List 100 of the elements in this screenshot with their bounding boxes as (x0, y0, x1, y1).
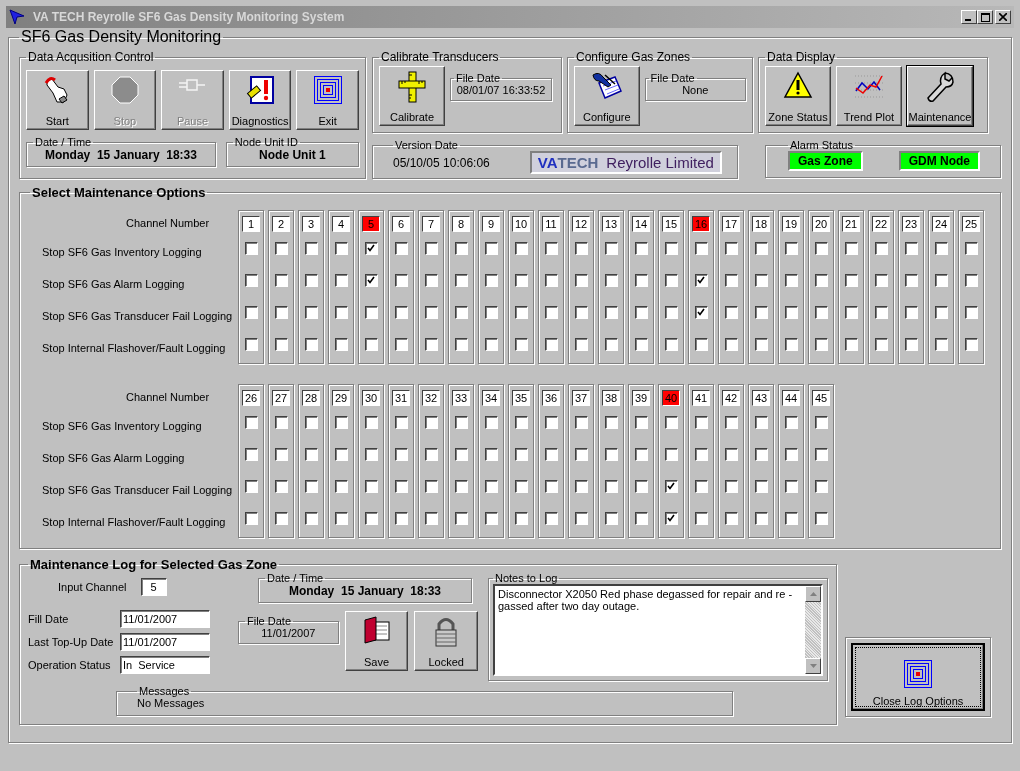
checkbox[interactable] (694, 447, 708, 461)
checkbox[interactable] (544, 273, 558, 287)
checkbox[interactable] (574, 447, 588, 461)
notes-field[interactable]: Disconnector X2050 Red phase degassed for repair and re -gassed after two day outage. (493, 584, 823, 676)
checkbox[interactable] (394, 337, 408, 351)
checkbox[interactable] (454, 241, 468, 255)
checkbox[interactable] (274, 415, 288, 429)
checkbox[interactable] (904, 337, 918, 351)
checkbox[interactable] (754, 337, 768, 351)
checkbox[interactable] (244, 241, 258, 255)
calibrate-button[interactable]: Calibrate (379, 66, 445, 126)
checkbox[interactable] (574, 479, 588, 493)
checkbox[interactable] (724, 241, 738, 255)
checkbox[interactable] (334, 447, 348, 461)
checkbox[interactable] (814, 511, 828, 525)
checkbox[interactable] (244, 447, 258, 461)
checkbox[interactable] (814, 479, 828, 493)
configure-button[interactable]: Configure (574, 66, 640, 126)
checkbox[interactable] (604, 305, 618, 319)
checkbox[interactable] (454, 479, 468, 493)
checkbox[interactable] (514, 241, 528, 255)
checkbox[interactable] (814, 337, 828, 351)
checkbox[interactable] (964, 273, 978, 287)
minimize-button[interactable] (961, 10, 977, 24)
checkbox[interactable] (694, 337, 708, 351)
checkbox[interactable] (634, 337, 648, 351)
checkbox[interactable] (874, 337, 888, 351)
checkbox[interactable] (754, 479, 768, 493)
checkbox[interactable] (814, 447, 828, 461)
checkbox[interactable] (394, 447, 408, 461)
checkbox[interactable] (904, 241, 918, 255)
checkbox[interactable] (724, 447, 738, 461)
checkbox[interactable] (364, 479, 378, 493)
checkbox[interactable] (514, 447, 528, 461)
checkbox[interactable] (334, 415, 348, 429)
checkbox[interactable] (304, 337, 318, 351)
checkbox[interactable] (904, 273, 918, 287)
checkbox[interactable] (604, 337, 618, 351)
checkbox[interactable] (814, 273, 828, 287)
checkbox[interactable] (454, 273, 468, 287)
checkbox[interactable] (274, 305, 288, 319)
checkbox[interactable] (754, 447, 768, 461)
checkbox[interactable] (484, 479, 498, 493)
input-field[interactable]: 11/01/2007 (120, 633, 210, 651)
checkbox[interactable] (424, 479, 438, 493)
checkbox[interactable] (544, 447, 558, 461)
checkbox[interactable] (544, 479, 558, 493)
checkbox[interactable] (244, 511, 258, 525)
checkbox[interactable] (634, 273, 648, 287)
checkbox[interactable] (364, 337, 378, 351)
checkbox[interactable] (754, 241, 768, 255)
toolbar-button[interactable]: Zone Status (765, 66, 831, 126)
checkbox[interactable] (784, 305, 798, 319)
checkbox[interactable] (724, 511, 738, 525)
checkbox[interactable] (664, 337, 678, 351)
checkbox[interactable] (334, 305, 348, 319)
checkbox[interactable] (304, 273, 318, 287)
checkbox[interactable] (304, 415, 318, 429)
checkbox[interactable] (514, 273, 528, 287)
checkbox[interactable] (664, 415, 678, 429)
checkbox[interactable] (844, 337, 858, 351)
checkbox[interactable] (514, 305, 528, 319)
checkbox[interactable] (544, 415, 558, 429)
checkbox[interactable] (934, 273, 948, 287)
checkbox[interactable] (664, 447, 678, 461)
checkbox[interactable] (424, 447, 438, 461)
toolbar-button[interactable]: Save (344, 611, 409, 671)
checkbox[interactable] (454, 415, 468, 429)
checkbox[interactable] (244, 273, 258, 287)
checkbox[interactable] (244, 479, 258, 493)
checkbox[interactable] (574, 273, 588, 287)
checkbox[interactable] (634, 415, 648, 429)
input-field[interactable]: 11/01/2007 (120, 610, 210, 628)
checkbox[interactable] (364, 447, 378, 461)
checkbox[interactable] (694, 479, 708, 493)
checkbox[interactable] (784, 337, 798, 351)
maximize-button[interactable] (977, 10, 993, 24)
checkbox[interactable] (424, 241, 438, 255)
checkbox[interactable] (664, 479, 678, 493)
checkbox[interactable] (454, 511, 468, 525)
checkbox[interactable] (604, 511, 618, 525)
checkbox[interactable] (604, 447, 618, 461)
checkbox[interactable] (784, 415, 798, 429)
checkbox[interactable] (664, 511, 678, 525)
checkbox[interactable] (784, 511, 798, 525)
checkbox[interactable] (484, 305, 498, 319)
checkbox[interactable] (424, 337, 438, 351)
checkbox[interactable] (694, 305, 708, 319)
toolbar-button[interactable]: Exit (296, 70, 359, 130)
checkbox[interactable] (364, 511, 378, 525)
checkbox[interactable] (304, 511, 318, 525)
checkbox[interactable] (664, 241, 678, 255)
close-log-options-button[interactable]: Close Log Options (851, 643, 985, 711)
checkbox[interactable] (424, 305, 438, 319)
checkbox[interactable] (394, 511, 408, 525)
input-field[interactable]: 5 (140, 578, 167, 596)
checkbox[interactable] (364, 415, 378, 429)
checkbox[interactable] (934, 337, 948, 351)
checkbox[interactable] (844, 273, 858, 287)
checkbox[interactable] (784, 273, 798, 287)
